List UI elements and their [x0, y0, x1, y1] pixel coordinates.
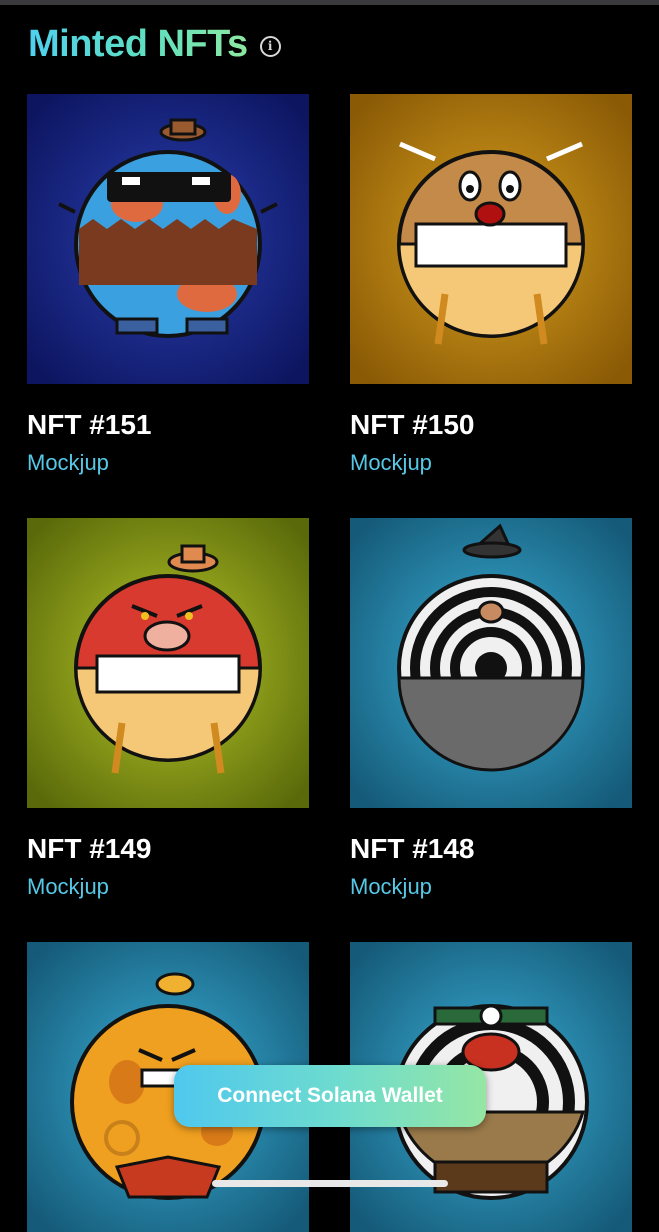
nft-image[interactable] [27, 518, 309, 808]
nft-card[interactable]: NFT #150 Mockjup [350, 94, 632, 476]
nft-card[interactable]: NFT #149 Mockjup [27, 518, 309, 900]
nft-image[interactable] [27, 94, 309, 384]
nft-name[interactable]: NFT #148 [350, 832, 632, 866]
home-indicator [212, 1180, 448, 1187]
nft-artwork [350, 518, 632, 808]
nft-artwork [350, 94, 632, 384]
page-title: Minted NFTs [28, 23, 248, 65]
info-icon[interactable]: i [259, 35, 281, 57]
collection-link[interactable]: Mockjup [350, 874, 632, 900]
nft-name[interactable]: NFT #149 [27, 832, 309, 866]
nft-image[interactable] [350, 94, 632, 384]
collection-link[interactable]: Mockjup [27, 450, 309, 476]
section-header: Minted NFTs i [28, 22, 281, 66]
collection-link[interactable]: Mockjup [27, 874, 309, 900]
nft-card[interactable]: NFT #148 Mockjup [350, 518, 632, 900]
nft-card[interactable]: NFT #151 Mockjup [27, 94, 309, 476]
nft-name[interactable]: NFT #150 [350, 408, 632, 442]
connect-wallet-button[interactable]: Connect Solana Wallet [174, 1065, 486, 1127]
nft-name[interactable]: NFT #151 [27, 408, 309, 442]
nft-artwork [27, 94, 309, 384]
top-divider [0, 0, 659, 5]
nft-artwork [27, 518, 309, 808]
collection-link[interactable]: Mockjup [350, 450, 632, 476]
nft-image[interactable] [350, 518, 632, 808]
